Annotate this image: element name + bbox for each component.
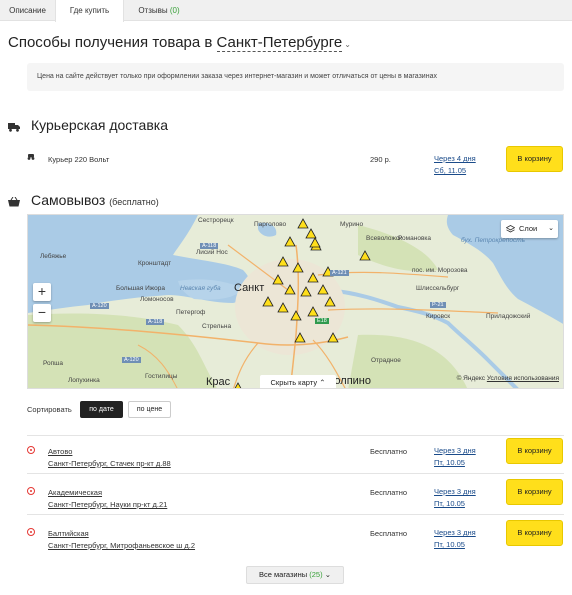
store-price: Бесплатно (370, 488, 408, 497)
courier-section-title: Курьерская доставка (31, 117, 168, 133)
terms-link[interactable]: Условия использования (487, 375, 559, 382)
divider (27, 435, 564, 436)
map-attribution: © Яндекс Условия использования (456, 375, 559, 382)
divider (27, 514, 564, 515)
store-name[interactable]: Автово (48, 447, 72, 456)
pickup-map[interactable]: Сестрорецк Парголово Мурино Всеволожск Р… (27, 214, 564, 389)
chevron-down-icon[interactable]: ⌄ (344, 40, 351, 49)
sort-label: Сортировать (27, 405, 72, 414)
add-to-cart-button[interactable]: В корзину (506, 146, 563, 172)
page-title: Способы получения товара в Санкт-Петербу… (8, 34, 351, 52)
add-to-cart-button[interactable]: В корзину (506, 520, 563, 546)
chevron-up-icon: ⌃ (319, 378, 326, 387)
sort-by-date-button[interactable]: по дате (80, 401, 123, 418)
price-notice: Цена на сайте действует только при оформ… (27, 63, 564, 91)
store-address[interactable]: Санкт-Петербург, Стачек пр-кт д.88 (48, 459, 171, 468)
map-layers-button[interactable]: Слои ⌄ (501, 220, 558, 238)
courier-date[interactable]: Через 4 дня Сб, 11.05 (434, 153, 476, 177)
layers-icon (506, 225, 515, 233)
store-address[interactable]: Санкт-Петербург, Науки пр-кт д.21 (48, 500, 167, 509)
chevron-down-icon: ⌄ (548, 225, 554, 232)
courier-name: Курьер 220 Вольт (48, 155, 110, 164)
city-selector[interactable]: Санкт-Петербурге (216, 34, 343, 52)
add-to-cart-button[interactable]: В корзину (506, 479, 563, 505)
store-name[interactable]: Балтийская (48, 529, 89, 538)
zoom-out-button[interactable]: − (33, 304, 51, 322)
store-date[interactable]: Через 3 дня Пт, 10.05 (434, 445, 476, 469)
basket-icon (8, 197, 20, 207)
divider (27, 473, 564, 474)
store-date[interactable]: Через 3 дня Пт, 10.05 (434, 486, 476, 510)
store-price: Бесплатно (370, 447, 408, 456)
store-name[interactable]: Академическая (48, 488, 102, 497)
store-price: Бесплатно (370, 529, 408, 538)
pickup-section-title: Самовывоз (бесплатно) (31, 192, 159, 208)
tab-bar: Описание Где купить Отзывы (0) (0, 0, 572, 22)
tab-description[interactable]: Описание (0, 0, 55, 21)
pickup-subtitle: (бесплатно) (109, 197, 159, 207)
store-date[interactable]: Через 3 дня Пт, 10.05 (434, 527, 476, 551)
sort-by-price-button[interactable]: по цене (128, 401, 171, 418)
zoom-in-button[interactable]: + (33, 283, 51, 301)
reviews-count: (0) (169, 6, 180, 15)
hide-map-button[interactable]: Скрыть карту ⌃ (260, 375, 336, 388)
chevron-down-icon: ⌄ (324, 570, 331, 579)
truck-icon (8, 123, 20, 132)
courier-price: 290 р. (370, 155, 391, 164)
delivery-icon (27, 154, 35, 160)
stores-count: (25) (309, 570, 323, 579)
tab-reviews[interactable]: Отзывы (0) (124, 0, 194, 21)
add-to-cart-button[interactable]: В корзину (506, 438, 563, 464)
tab-where-to-buy[interactable]: Где купить (55, 0, 124, 22)
map-pin-icon (27, 528, 35, 536)
store-address[interactable]: Санкт-Петербург, Митрофаньевское ш д.2 (48, 541, 195, 550)
map-pin-icon (27, 487, 35, 495)
all-stores-button[interactable]: Все магазины (25) ⌄ (246, 566, 344, 584)
map-pin-icon (27, 446, 35, 454)
